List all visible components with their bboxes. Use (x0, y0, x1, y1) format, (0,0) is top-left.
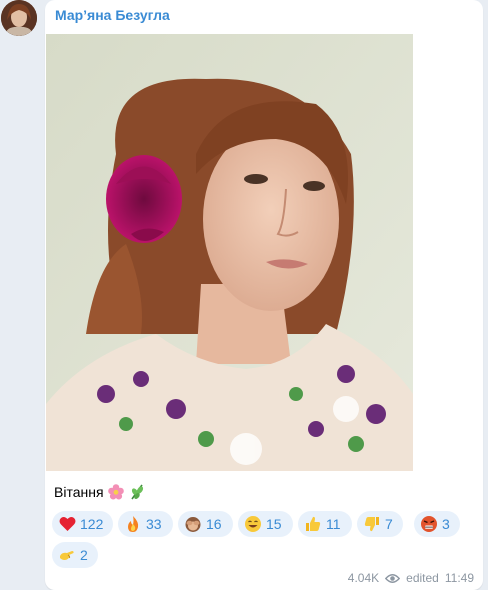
caption-text: Вітання (54, 484, 104, 500)
herb-emoji-icon (128, 483, 146, 501)
reaction-count: 33 (146, 516, 162, 532)
grinning-face-icon (244, 515, 262, 533)
reaction-count: 2 (80, 547, 88, 563)
flower-emoji-icon (107, 483, 125, 501)
eye-icon (385, 573, 401, 584)
reaction-count: 16 (206, 516, 222, 532)
portrait-photo-image (46, 34, 413, 471)
reaction-heart[interactable]: 122 (52, 511, 113, 537)
message-caption: Вітання (54, 483, 146, 501)
thumbs-down-icon (363, 515, 381, 533)
reaction-thumbs-up[interactable]: 11 (298, 511, 352, 537)
reaction-count: 7 (385, 516, 393, 532)
reaction-angry-face[interactable]: 3 (414, 511, 460, 537)
pinching-hand-icon (58, 546, 76, 564)
reaction-see-no-evil-monkey[interactable]: 16 (178, 511, 233, 537)
avatar-portrait-icon (1, 0, 37, 36)
reaction-pinching-hand[interactable]: 2 (52, 542, 98, 568)
message-bubble: Мар’яна Безугла Вітання 122 33 16 15 11 … (45, 0, 483, 590)
red-heart-icon (58, 515, 76, 533)
sender-name[interactable]: Мар’яна Безугла (55, 7, 170, 23)
fire-icon (124, 515, 142, 533)
reaction-count: 122 (80, 516, 104, 532)
sender-avatar[interactable] (1, 0, 37, 36)
angry-face-icon (420, 515, 438, 533)
reaction-grinning-face[interactable]: 15 (238, 511, 293, 537)
edited-label: edited (406, 571, 439, 585)
reaction-count: 11 (326, 516, 341, 532)
reaction-count: 15 (266, 516, 282, 532)
thumbs-up-icon (304, 515, 322, 533)
message-time: 11:49 (444, 571, 474, 585)
see-no-evil-monkey-icon (184, 515, 202, 533)
reaction-fire[interactable]: 33 (118, 511, 173, 537)
view-count: 4.04K (347, 571, 380, 585)
reaction-thumbs-down[interactable]: 7 (357, 511, 403, 537)
reaction-count: 3 (442, 516, 450, 532)
message-meta: 4.04K edited 11:49 (348, 571, 474, 585)
message-photo[interactable] (46, 34, 413, 471)
